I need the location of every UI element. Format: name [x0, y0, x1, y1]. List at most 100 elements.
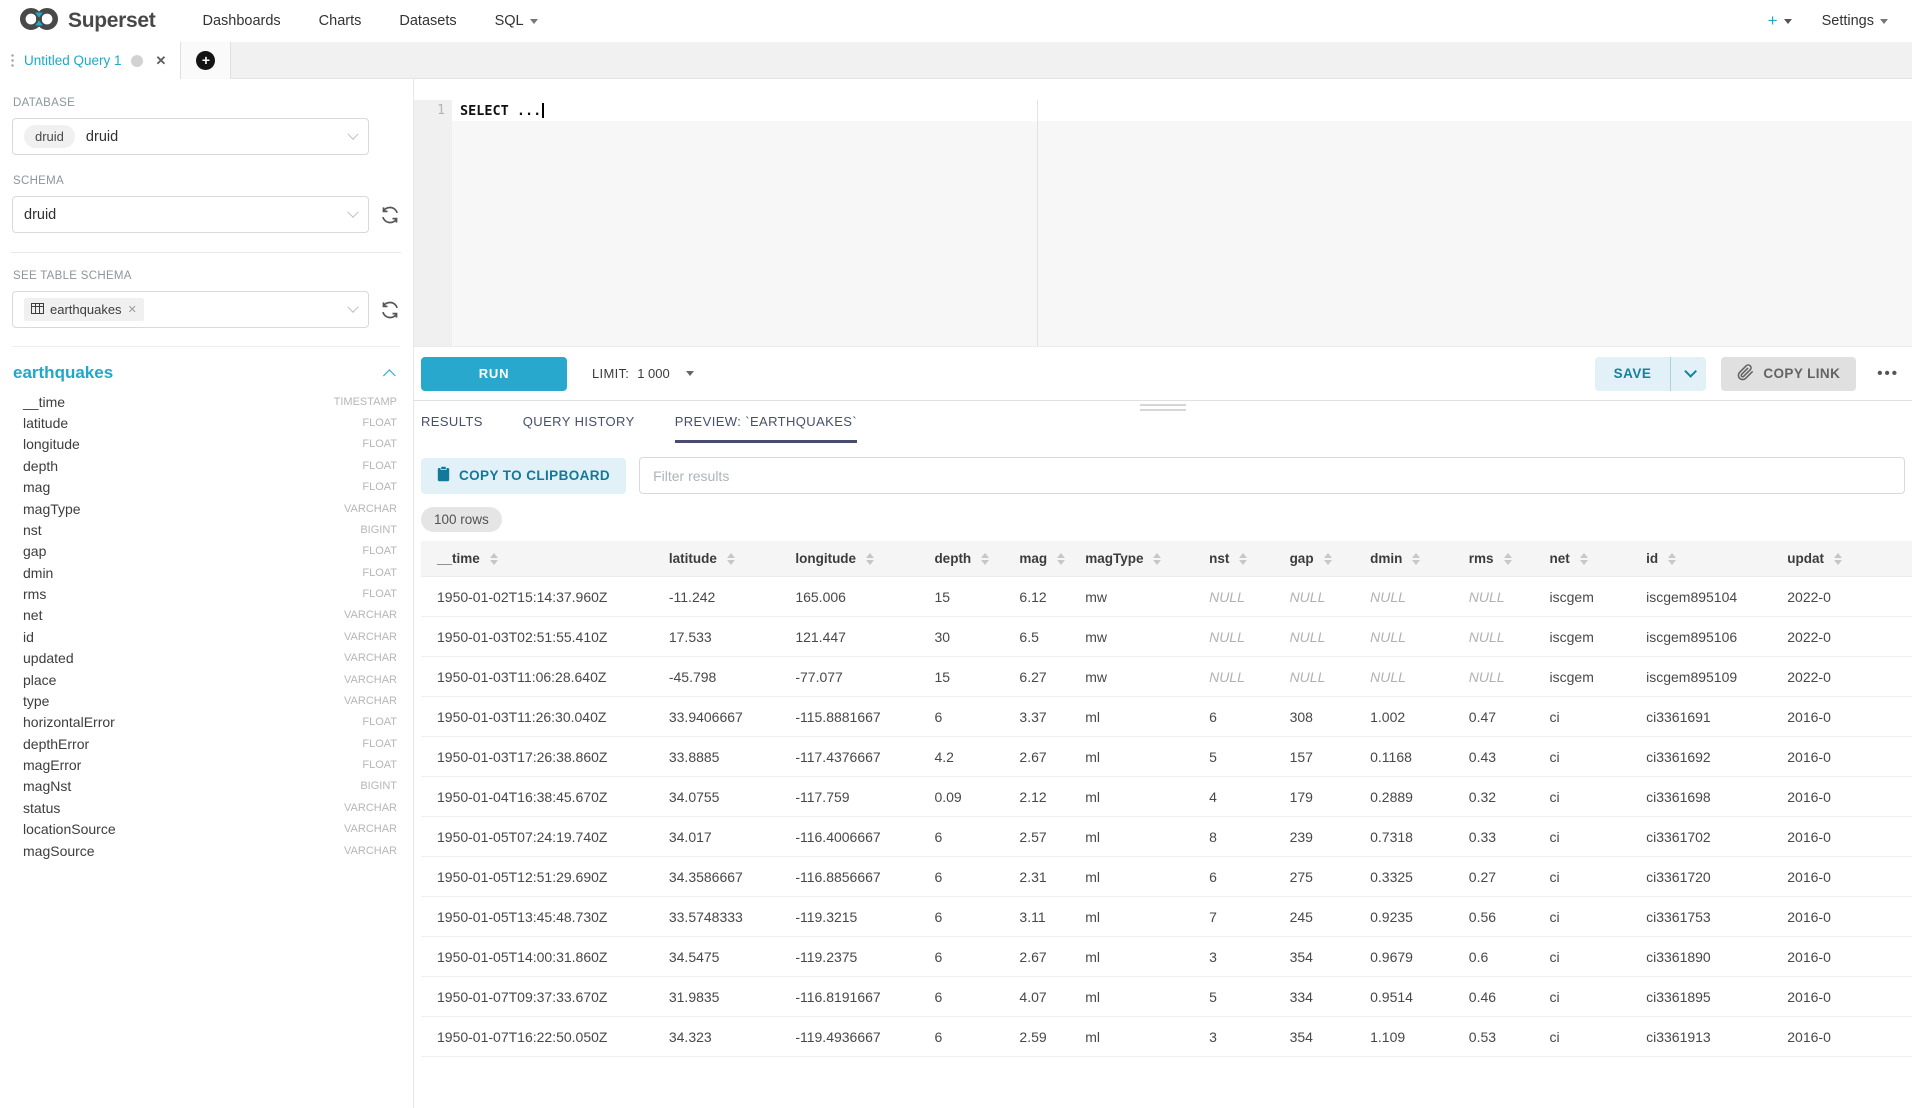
superset-brand[interactable]: Superset — [18, 5, 155, 38]
new-item-button[interactable]: + — [1768, 11, 1792, 31]
run-button[interactable]: RUN — [421, 357, 567, 391]
schema-column-row[interactable]: magFLOAT — [12, 477, 400, 498]
chevron-down-icon — [347, 128, 358, 139]
sort-icon[interactable] — [490, 553, 498, 565]
column-header-net[interactable]: net — [1534, 541, 1631, 577]
table-select[interactable]: earthquakes ✕ — [12, 291, 369, 328]
schema-column-row[interactable]: typeVARCHAR — [12, 690, 400, 711]
editor-code-area[interactable]: SELECT ... — [452, 100, 1912, 346]
table-cell: 0.56 — [1453, 897, 1534, 937]
column-header-gap[interactable]: gap — [1274, 541, 1355, 577]
limit-dropdown[interactable]: LIMIT: 1 000 — [592, 366, 694, 381]
table-cell: 0.9514 — [1354, 977, 1453, 1017]
remove-table-icon[interactable]: ✕ — [128, 303, 137, 316]
nav-item-dashboards[interactable]: Dashboards — [202, 13, 280, 29]
schema-column-row[interactable]: statusVARCHAR — [12, 797, 400, 818]
sort-icon[interactable] — [727, 553, 735, 565]
sort-icon[interactable] — [1834, 553, 1842, 565]
sql-editor[interactable]: 1 SELECT ... — [414, 100, 1912, 347]
schema-column-row[interactable]: depthFLOAT — [12, 455, 400, 476]
settings-menu[interactable]: Settings — [1822, 13, 1888, 29]
resize-grip-icon[interactable] — [1140, 404, 1186, 414]
sort-icon[interactable] — [1504, 553, 1512, 565]
database-select[interactable]: druid druid — [12, 118, 369, 155]
column-name: nst — [23, 522, 42, 538]
schema-column-row[interactable]: magErrorFLOAT — [12, 754, 400, 775]
schema-column-row[interactable]: dminFLOAT — [12, 562, 400, 583]
schema-column-row[interactable]: placeVARCHAR — [12, 669, 400, 690]
schema-column-row[interactable]: rmsFLOAT — [12, 583, 400, 604]
schema-column-row[interactable]: depthErrorFLOAT — [12, 733, 400, 754]
save-button[interactable]: SAVE — [1595, 366, 1671, 381]
query-tab-active[interactable]: Untitled Query 1 ✕ — [0, 42, 181, 79]
schema-column-row[interactable]: idVARCHAR — [12, 626, 400, 647]
sort-icon[interactable] — [1668, 553, 1676, 565]
close-icon[interactable]: ✕ — [156, 53, 167, 69]
sort-icon[interactable] — [1239, 553, 1247, 565]
copy-to-clipboard-button[interactable]: COPY TO CLIPBOARD — [421, 458, 626, 494]
column-header-updat[interactable]: updat — [1771, 541, 1912, 577]
column-header-label: mag — [1019, 551, 1047, 566]
chevron-down-icon — [1784, 19, 1792, 24]
table-cell: 6 — [918, 977, 1003, 1017]
schema-column-row[interactable]: netVARCHAR — [12, 605, 400, 626]
pane-resize-divider[interactable] — [414, 400, 1912, 401]
schema-select[interactable]: druid — [12, 196, 369, 233]
refresh-schemas-icon[interactable] — [380, 205, 400, 225]
add-query-tab[interactable]: + — [181, 42, 231, 79]
column-header-magtype[interactable]: magType — [1069, 541, 1193, 577]
results-tab-preview-earthquakes[interactable]: PREVIEW: `EARTHQUAKES` — [675, 414, 857, 443]
schema-column-row[interactable]: magSourceVARCHAR — [12, 840, 400, 861]
collapse-chevron-icon[interactable] — [383, 369, 396, 382]
schema-column-row[interactable]: magNstBIGINT — [12, 776, 400, 797]
drag-handle-icon[interactable] — [10, 53, 15, 69]
schema-column-list: __timeTIMESTAMPlatitudeFLOATlongitudeFLO… — [12, 391, 400, 861]
results-tab-results[interactable]: RESULTS — [421, 414, 483, 443]
schema-column-row[interactable]: gapFLOAT — [12, 541, 400, 562]
sort-icon[interactable] — [1324, 553, 1332, 565]
table-name-heading[interactable]: earthquakes — [13, 363, 113, 383]
sort-icon[interactable] — [981, 553, 989, 565]
nav-item-charts[interactable]: Charts — [319, 13, 362, 29]
schema-column-row[interactable]: magTypeVARCHAR — [12, 498, 400, 519]
column-header-id[interactable]: id — [1630, 541, 1771, 577]
table-cell: 2016-0 — [1771, 777, 1912, 817]
table-cell: ml — [1069, 897, 1193, 937]
schema-column-row[interactable]: latitudeFLOAT — [12, 412, 400, 433]
sort-icon[interactable] — [866, 553, 874, 565]
refresh-tables-icon[interactable] — [380, 300, 400, 320]
save-dropdown-button[interactable] — [1671, 369, 1706, 378]
column-header-latitude[interactable]: latitude — [653, 541, 779, 577]
column-header-dmin[interactable]: dmin — [1354, 541, 1453, 577]
schema-column-row[interactable]: updatedVARCHAR — [12, 648, 400, 669]
column-header-rms[interactable]: rms — [1453, 541, 1534, 577]
schema-column-row[interactable]: locationSourceVARCHAR — [12, 819, 400, 840]
table-cell: iscgem — [1534, 617, 1631, 657]
table-cell: 2016-0 — [1771, 977, 1912, 1017]
results-tab-query-history[interactable]: QUERY HISTORY — [523, 414, 635, 443]
nav-item-datasets[interactable]: Datasets — [399, 13, 456, 29]
column-header-time[interactable]: __time — [421, 541, 653, 577]
column-header-mag[interactable]: mag — [1003, 541, 1069, 577]
column-header-nst[interactable]: nst — [1193, 541, 1273, 577]
column-header-longitude[interactable]: longitude — [779, 541, 918, 577]
column-header-depth[interactable]: depth — [918, 541, 1003, 577]
nav-item-sql[interactable]: SQL — [495, 13, 538, 29]
sort-icon[interactable] — [1580, 553, 1588, 565]
sort-icon[interactable] — [1412, 553, 1420, 565]
table-cell: mw — [1069, 577, 1193, 617]
table-cell: 6.27 — [1003, 657, 1069, 697]
results-table-container[interactable]: __timelatitudelongitudedepth mag magTypens… — [421, 541, 1912, 1108]
schema-column-row[interactable]: nstBIGINT — [12, 519, 400, 540]
schema-column-row[interactable]: horizontalErrorFLOAT — [12, 712, 400, 733]
schema-column-row[interactable]: __timeTIMESTAMP — [12, 391, 400, 412]
query-tab-label: Untitled Query 1 — [24, 53, 122, 68]
more-menu-button[interactable]: ••• — [1871, 365, 1905, 382]
filter-results-input[interactable] — [639, 457, 1905, 494]
table-cell: 5 — [1193, 977, 1273, 1017]
sort-icon[interactable] — [1153, 553, 1161, 565]
schema-column-row[interactable]: longitudeFLOAT — [12, 434, 400, 455]
table-cell: NULL — [1274, 577, 1355, 617]
sort-icon[interactable] — [1057, 553, 1065, 565]
copy-link-button[interactable]: COPY LINK — [1721, 357, 1856, 391]
